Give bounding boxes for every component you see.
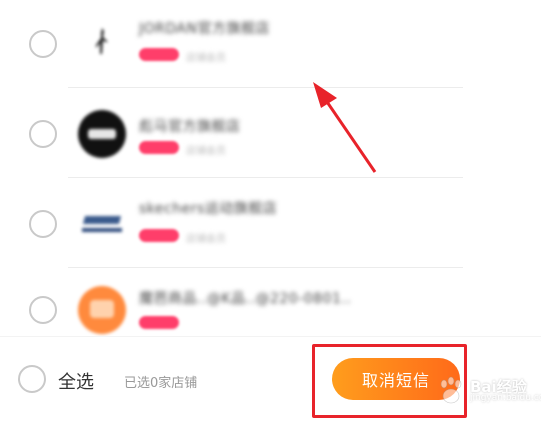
store-select-radio[interactable] <box>29 210 57 238</box>
store-name: 彪马官方旗舰店 <box>139 119 241 135</box>
row-divider <box>68 177 463 178</box>
store-sub: 店铺会员 <box>186 146 226 157</box>
store-name: 魔芭商品..@K品..@220-0801.. <box>139 291 352 307</box>
member-tag <box>139 48 179 61</box>
row-divider <box>68 87 463 88</box>
row-divider <box>68 267 463 268</box>
baidu-paw-icon <box>440 376 462 404</box>
store-list: JORDAN官方旗舰店 店铺会员 彪马官方旗舰店 店铺会员 skechers运动… <box>0 0 541 336</box>
store-row[interactable]: JORDAN官方旗舰店 店铺会员 <box>0 0 541 88</box>
skechers-logo-icon <box>78 200 126 248</box>
watermark-sub: jingyan.baidu.com <box>470 393 541 403</box>
store-name: skechers运动旗舰店 <box>139 201 278 217</box>
store-select-radio[interactable] <box>29 120 57 148</box>
store-sub: 店铺会员 <box>186 234 226 245</box>
store-name: JORDAN官方旗舰店 <box>139 21 270 37</box>
store-row[interactable]: 魔芭商品..@K品..@220-0801.. <box>0 270 541 336</box>
selected-count-text: 已选0家店铺 <box>124 376 198 391</box>
jordan-logo-icon <box>78 20 126 68</box>
member-tag <box>139 141 179 154</box>
member-tag <box>139 316 179 329</box>
select-all-label[interactable]: 全选 <box>58 368 94 394</box>
orange-store-logo-icon <box>78 286 126 334</box>
store-select-radio[interactable] <box>29 30 57 58</box>
store-sub: 店铺会员 <box>186 53 226 64</box>
store-row[interactable]: skechers运动旗舰店 店铺会员 <box>0 180 541 268</box>
member-tag <box>139 229 179 242</box>
select-all-radio[interactable] <box>18 365 46 393</box>
store-row[interactable]: 彪马官方旗舰店 店铺会员 <box>0 90 541 178</box>
puma-logo-icon <box>78 110 126 158</box>
baidu-watermark: Bai经验 jingyan.baidu.com <box>436 374 541 408</box>
store-select-radio[interactable] <box>29 296 57 324</box>
